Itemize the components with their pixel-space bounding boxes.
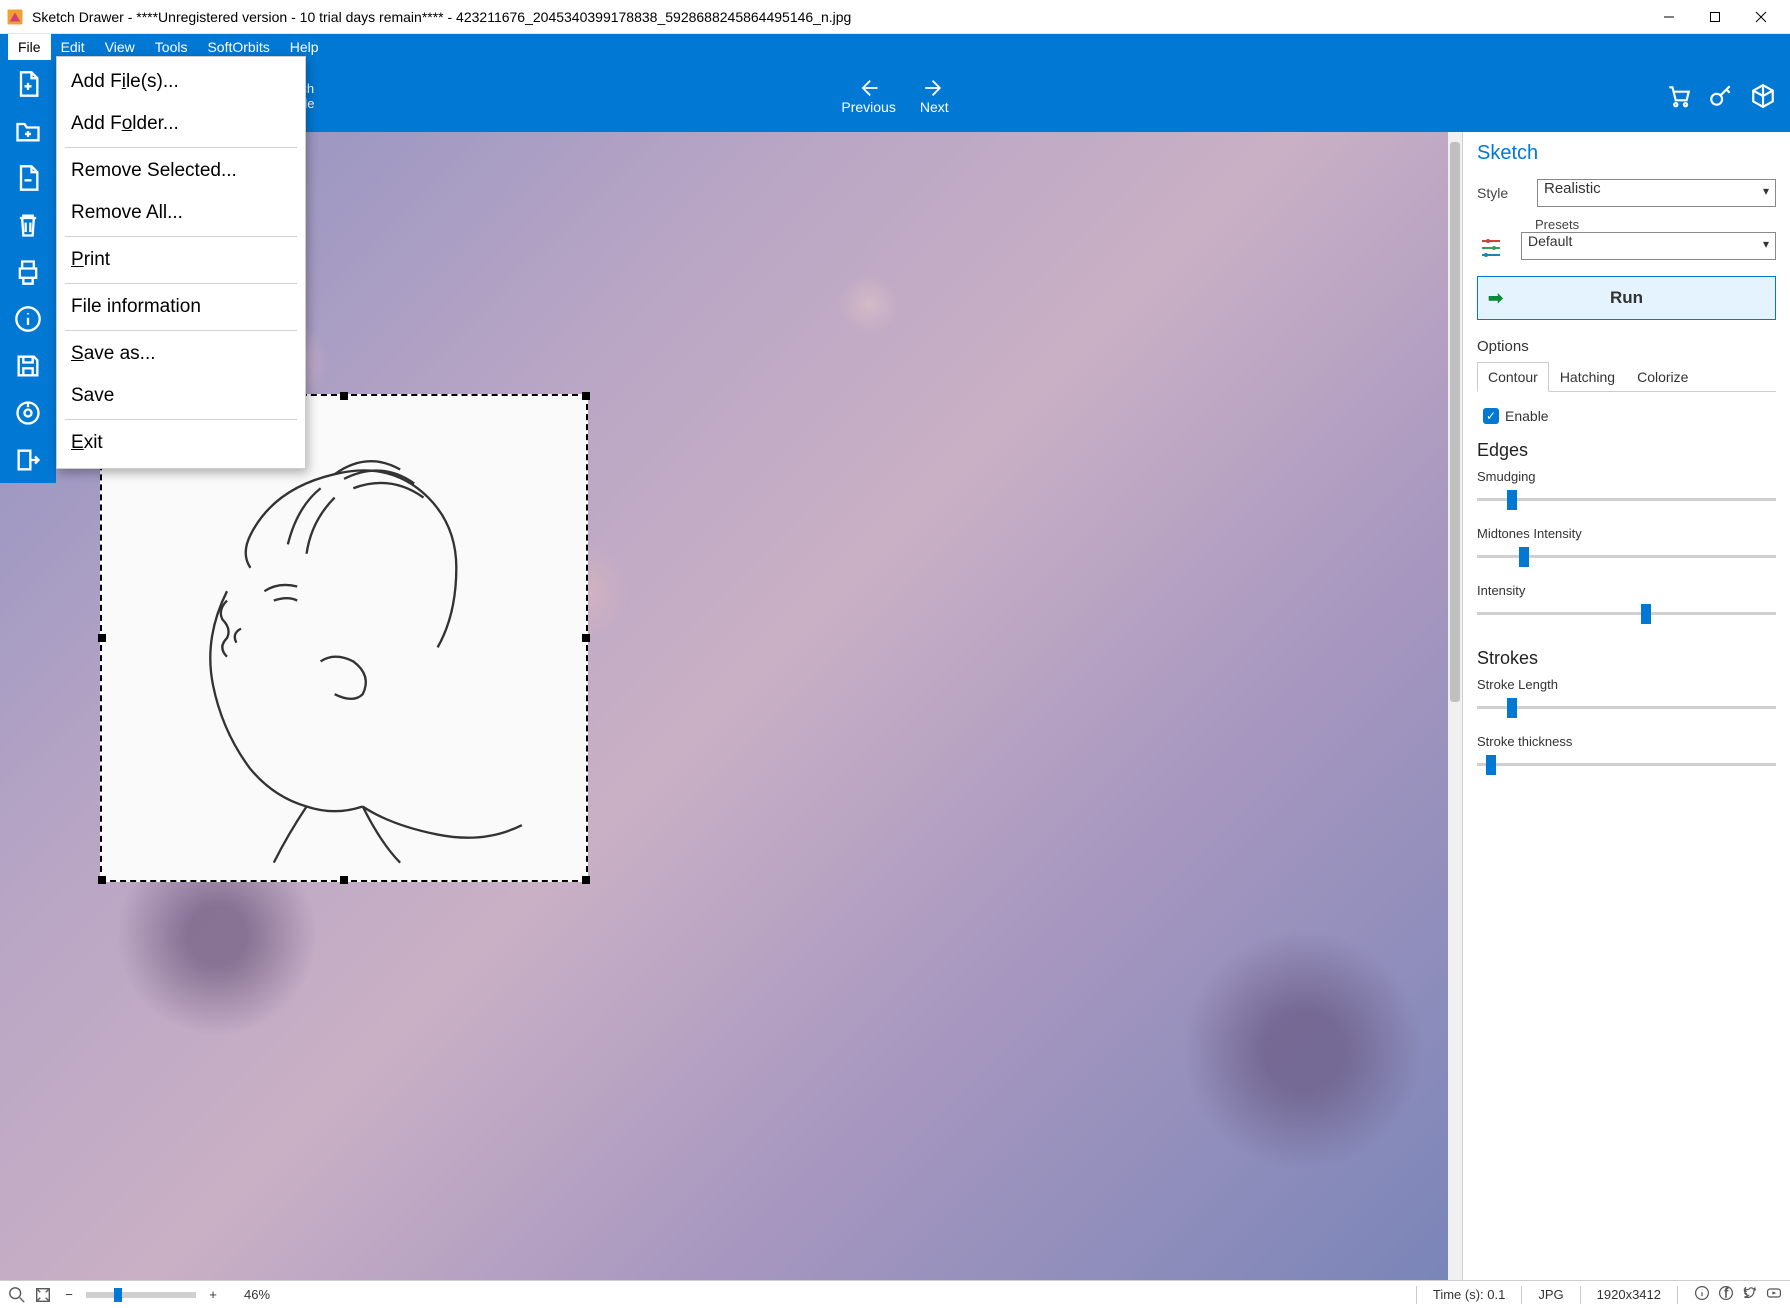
presets-label: Presets: [1535, 217, 1776, 232]
save-disk-icon[interactable]: [0, 389, 56, 436]
run-arrow-icon: ➡: [1488, 288, 1503, 309]
canvas-scrollbar[interactable]: [1448, 132, 1462, 1280]
menu-save[interactable]: Save: [57, 375, 305, 417]
style-select[interactable]: Realistic: [1537, 179, 1776, 207]
time-value: Time (s): 0.1: [1433, 1287, 1505, 1302]
save-as-icon[interactable]: [0, 342, 56, 389]
previous-button[interactable]: Previous: [841, 77, 895, 115]
fit-screen-icon[interactable]: [34, 1286, 52, 1304]
tab-hatching[interactable]: Hatching: [1549, 362, 1626, 392]
info-status-icon[interactable]: [1694, 1285, 1710, 1304]
add-file-icon[interactable]: [0, 60, 56, 107]
menu-exit[interactable]: Exit: [57, 422, 305, 464]
close-button[interactable]: [1738, 2, 1784, 32]
menu-file-info[interactable]: File information: [57, 286, 305, 328]
tab-contour[interactable]: Contour: [1477, 362, 1549, 392]
maximize-button[interactable]: [1692, 2, 1738, 32]
zoom-tool-icon[interactable]: [8, 1286, 26, 1304]
app-icon: [6, 8, 24, 26]
menu-add-folder[interactable]: Add Folder...: [57, 103, 305, 145]
next-button[interactable]: Next: [920, 77, 949, 115]
options-label: Options: [1477, 338, 1776, 355]
add-folder-icon[interactable]: [0, 107, 56, 154]
sketch-preview: [110, 404, 578, 872]
midtones-label: Midtones Intensity: [1477, 526, 1776, 541]
smudging-label: Smudging: [1477, 469, 1776, 484]
enable-checkbox[interactable]: ✓: [1483, 408, 1499, 424]
stroke-length-label: Stroke Length: [1477, 677, 1776, 692]
cart-icon[interactable]: [1666, 83, 1692, 109]
trash-icon[interactable]: [0, 201, 56, 248]
format-value: JPG: [1538, 1287, 1563, 1302]
key-icon[interactable]: [1708, 83, 1734, 109]
presets-select[interactable]: Default: [1521, 232, 1776, 260]
style-label: Style: [1477, 185, 1527, 201]
right-panel: Sketch Style Realistic Presets Default ➡…: [1462, 132, 1790, 1280]
cube-icon[interactable]: [1750, 83, 1776, 109]
facebook-icon[interactable]: [1718, 1285, 1734, 1304]
twitter-icon[interactable]: [1742, 1285, 1758, 1304]
file-menu-dropdown: Add File(s)... Add Folder... Remove Sele…: [56, 56, 306, 469]
window-title: Sketch Drawer - ****Unregistered version…: [32, 9, 1646, 25]
enable-label: Enable: [1505, 408, 1549, 424]
intensity-slider[interactable]: [1477, 602, 1776, 626]
tab-colorize[interactable]: Colorize: [1626, 362, 1699, 392]
menu-file[interactable]: File: [8, 34, 51, 60]
stroke-thickness-label: Stroke thickness: [1477, 734, 1776, 749]
menu-remove-selected[interactable]: Remove Selected...: [57, 150, 305, 192]
titlebar: Sketch Drawer - ****Unregistered version…: [0, 0, 1790, 34]
menu-add-files[interactable]: Add File(s)...: [57, 61, 305, 103]
remove-file-icon[interactable]: [0, 154, 56, 201]
stroke-thickness-slider[interactable]: [1477, 753, 1776, 777]
smudging-slider[interactable]: [1477, 488, 1776, 512]
enable-checkbox-row[interactable]: ✓ Enable: [1483, 408, 1776, 424]
menu-print[interactable]: Print: [57, 239, 305, 281]
edges-title: Edges: [1477, 440, 1776, 461]
zoom-in-icon[interactable]: +: [204, 1286, 222, 1304]
exit-icon[interactable]: [0, 436, 56, 483]
menu-remove-all[interactable]: Remove All...: [57, 192, 305, 234]
zoom-slider[interactable]: [86, 1292, 196, 1298]
statusbar: − + 46% Time (s): 0.1 JPG 1920x3412: [0, 1280, 1790, 1308]
minimize-button[interactable]: [1646, 2, 1692, 32]
strokes-title: Strokes: [1477, 648, 1776, 669]
panel-title: Sketch: [1477, 142, 1776, 165]
zoom-value: 46%: [244, 1287, 270, 1302]
print-icon[interactable]: [0, 248, 56, 295]
youtube-icon[interactable]: [1766, 1285, 1782, 1304]
options-tabs: Contour Hatching Colorize: [1477, 361, 1776, 392]
menu-save-as[interactable]: Save as...: [57, 333, 305, 375]
run-button[interactable]: ➡ Run: [1477, 276, 1776, 320]
presets-settings-icon[interactable]: [1477, 232, 1505, 260]
intensity-label: Intensity: [1477, 583, 1776, 598]
midtones-slider[interactable]: [1477, 545, 1776, 569]
info-icon[interactable]: [0, 295, 56, 342]
dimensions-value: 1920x3412: [1597, 1287, 1661, 1302]
stroke-length-slider[interactable]: [1477, 696, 1776, 720]
side-toolbar: [0, 60, 56, 483]
zoom-out-icon[interactable]: −: [60, 1286, 78, 1304]
